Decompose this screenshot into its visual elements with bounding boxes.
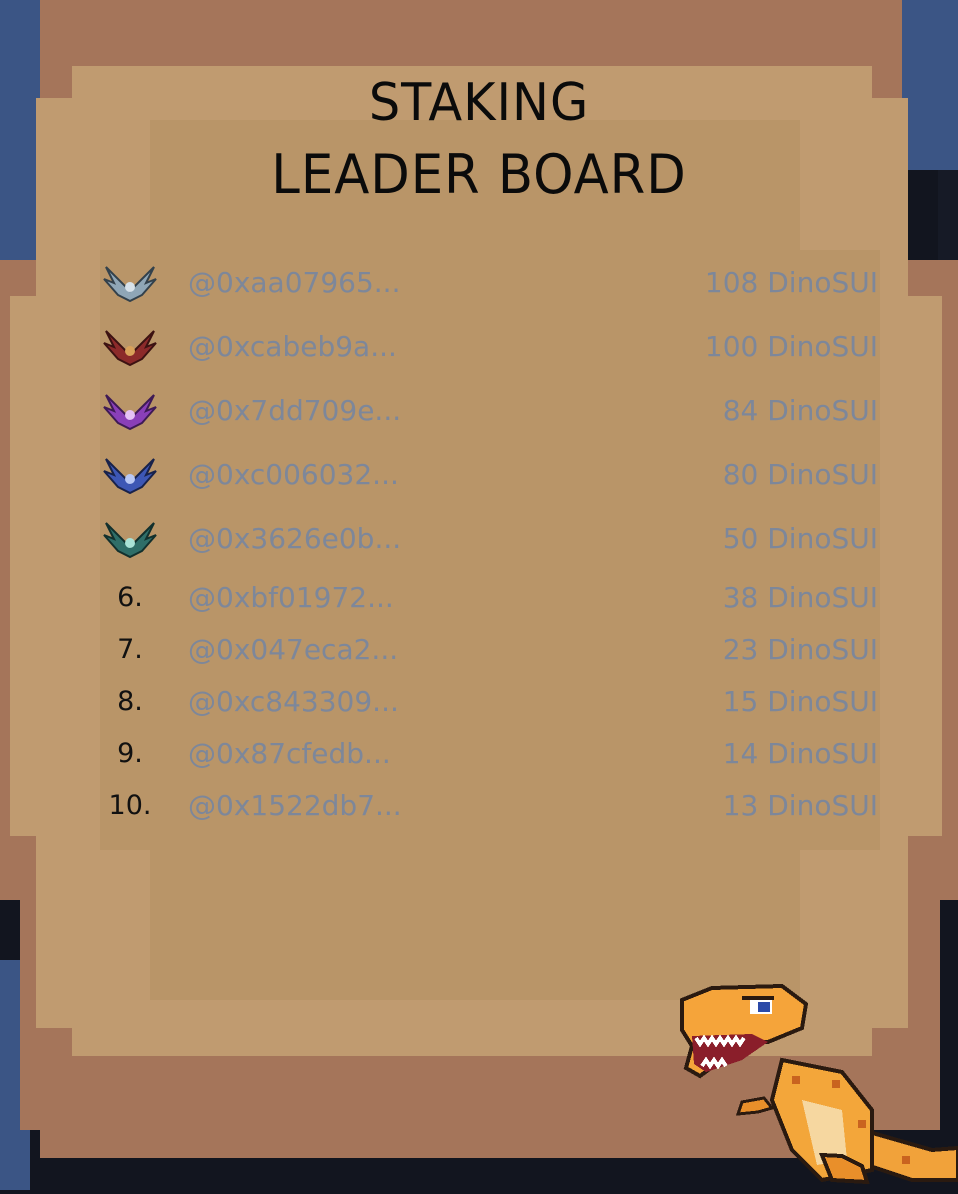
wallet-address: @0xcabeb9a... — [188, 330, 397, 363]
red-emblem-icon — [100, 325, 160, 369]
page-title-line1: STAKING — [368, 73, 590, 133]
wallet-address: @0x87cfedb... — [188, 737, 391, 770]
wallet-address: @0x047eca2... — [188, 633, 399, 666]
rank-number: 6. — [117, 582, 143, 613]
green-emblem-icon — [100, 517, 160, 561]
leaderboard-row: 9. @0x87cfedb... 14 DinoSUI — [100, 732, 878, 776]
purple-emblem-icon — [100, 389, 160, 433]
stake-amount: 14 DinoSUI — [722, 737, 878, 770]
wallet-address: @0x1522db7... — [188, 789, 402, 822]
stake-amount: 80 DinoSUI — [722, 458, 878, 491]
wallet-address: @0x3626e0b... — [188, 522, 402, 555]
leaderboard-row: 8. @0xc843309... 15 DinoSUI — [100, 680, 878, 724]
stake-amount: 50 DinoSUI — [722, 522, 878, 555]
wallet-address: @0xaa07965... — [188, 266, 401, 299]
rank-number: 7. — [117, 634, 143, 665]
rank-number: 10. — [108, 790, 152, 821]
rank-number: 9. — [117, 738, 143, 769]
stake-amount: 23 DinoSUI — [722, 633, 878, 666]
rank-number: 8. — [117, 686, 143, 717]
wallet-address: @0x7dd709e... — [188, 394, 402, 427]
leaderboard-row: 7. @0x047eca2... 23 DinoSUI — [100, 628, 878, 672]
leaderboard-row: @0x3626e0b... 50 DinoSUI — [100, 517, 878, 561]
wallet-address: @0xc843309... — [188, 685, 399, 718]
leaderboard-row: 10. @0x1522db7... 13 DinoSUI — [100, 784, 878, 828]
dinosaur-icon — [672, 980, 958, 1190]
stake-amount: 15 DinoSUI — [722, 685, 878, 718]
leaderboard-row: @0xaa07965... 108 DinoSUI — [100, 261, 878, 305]
wallet-address: @0xbf01972... — [188, 581, 394, 614]
blue-emblem-icon — [100, 453, 160, 497]
wallet-address: @0xc006032... — [188, 458, 399, 491]
leaderboard-row: 6. @0xbf01972... 38 DinoSUI — [100, 576, 878, 620]
stake-amount: 13 DinoSUI — [722, 789, 878, 822]
stake-amount: 84 DinoSUI — [722, 394, 878, 427]
leaderboard-row: @0xc006032... 80 DinoSUI — [100, 453, 878, 497]
stake-amount: 38 DinoSUI — [722, 581, 878, 614]
leaderboard-row: @0xcabeb9a... 100 DinoSUI — [100, 325, 878, 369]
silver-emblem-icon — [100, 261, 160, 305]
leaderboard-row: @0x7dd709e... 84 DinoSUI — [100, 389, 878, 433]
stake-amount: 108 DinoSUI — [704, 266, 878, 299]
page-title-line2: LEADER BOARD — [271, 143, 687, 206]
stake-amount: 100 DinoSUI — [704, 330, 878, 363]
